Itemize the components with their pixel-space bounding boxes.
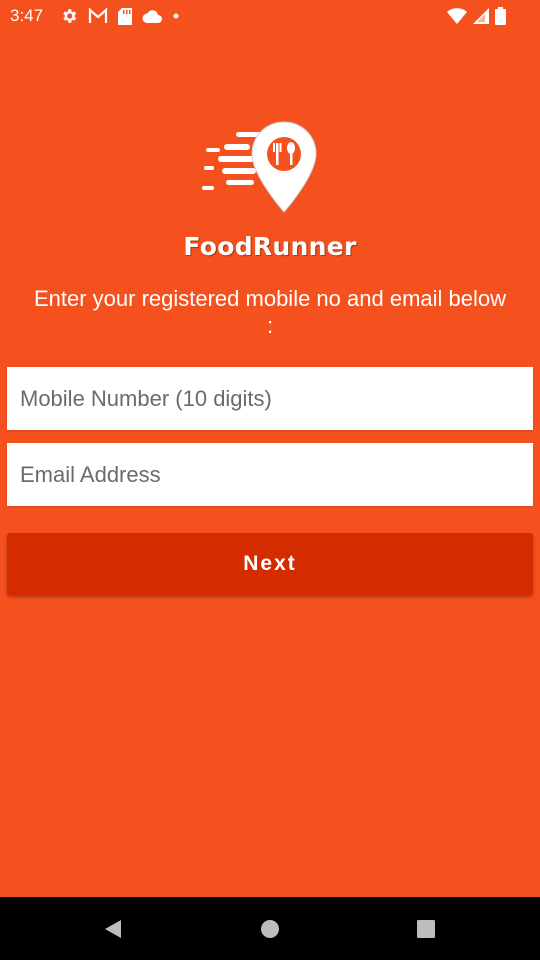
brand-header: FoodRunner bbox=[0, 110, 540, 261]
brand-name: FoodRunner bbox=[183, 232, 357, 261]
wifi-icon bbox=[447, 6, 467, 26]
gmail-icon bbox=[88, 6, 108, 26]
gear-icon bbox=[60, 6, 78, 26]
location-pin-fork-spoon-icon bbox=[202, 121, 317, 213]
status-bar: 3:47 bbox=[0, 0, 540, 32]
sd-card-icon bbox=[118, 6, 132, 26]
home-icon[interactable] bbox=[258, 917, 282, 941]
status-icons-right bbox=[447, 6, 506, 26]
signal-icon bbox=[473, 6, 489, 26]
instructions-text: Enter your registered mobile no and emai… bbox=[33, 286, 507, 338]
email-address-field[interactable] bbox=[7, 443, 533, 506]
status-icons-left bbox=[60, 6, 180, 26]
recents-icon[interactable] bbox=[414, 917, 438, 941]
cloud-icon bbox=[142, 6, 162, 26]
dot-icon bbox=[172, 6, 180, 26]
status-time: 3:47 bbox=[10, 6, 44, 25]
next-button[interactable]: Next bbox=[7, 533, 533, 595]
navigation-bar bbox=[0, 897, 540, 960]
back-icon[interactable] bbox=[101, 917, 125, 941]
battery-icon bbox=[495, 6, 506, 26]
mobile-number-field[interactable] bbox=[7, 367, 533, 430]
